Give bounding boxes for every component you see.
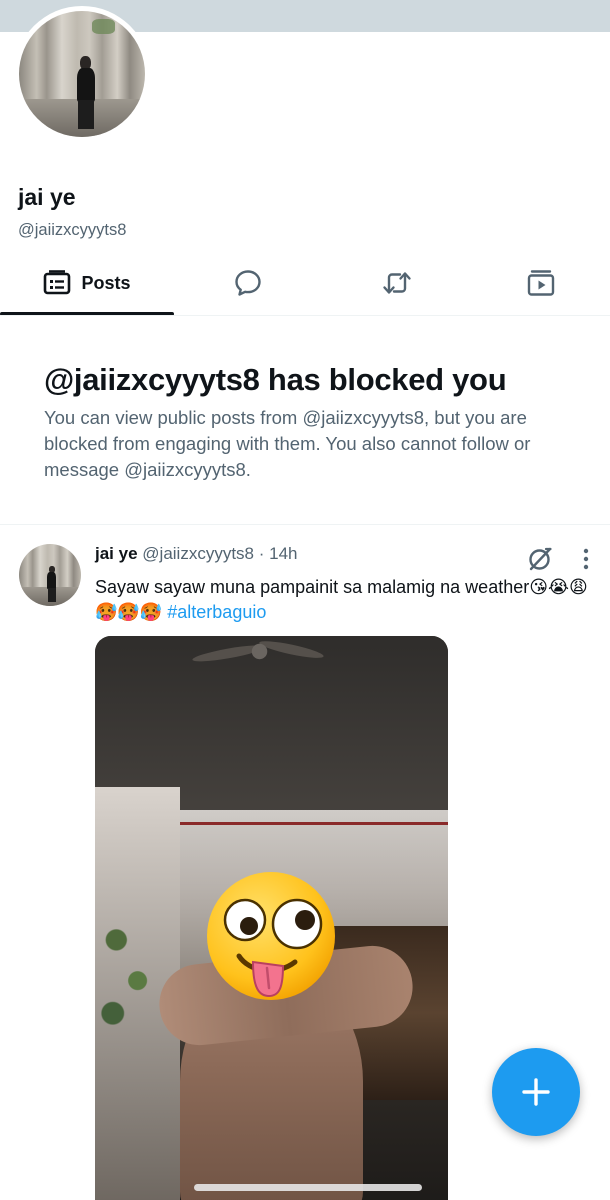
reply-icon — [235, 270, 261, 296]
tab-replies[interactable] — [174, 252, 322, 314]
post-author-avatar[interactable] — [19, 544, 81, 606]
post-hashtag[interactable]: #alterbaguio — [167, 602, 266, 622]
plus-icon — [522, 1078, 550, 1106]
posts-icon — [44, 270, 71, 295]
post-video[interactable] — [95, 636, 448, 1200]
post-meta-separator: · — [254, 544, 270, 563]
grok-icon[interactable] — [527, 546, 553, 572]
tab-media[interactable] — [472, 252, 610, 314]
post-author-handle[interactable]: @jaiizxcyyyts8 — [142, 544, 254, 563]
home-indicator-bar[interactable] — [194, 1184, 422, 1191]
post-header: jai ye @jaiizxcyyyts8 · 14h — [95, 544, 298, 564]
compose-post-button[interactable] — [492, 1048, 580, 1136]
post-author-name[interactable]: jai ye — [95, 544, 138, 563]
profile-display-name: jai ye — [18, 184, 76, 210]
profile-tabs: Posts — [0, 252, 610, 316]
blocked-notice-description: You can view public posts from @jaiizxcy… — [44, 407, 531, 480]
blocked-notice-title: @jaiizxcyyyts8 has blocked you — [44, 362, 507, 397]
zany-face-emoji-icon — [207, 872, 335, 1000]
media-icon — [527, 270, 555, 296]
profile-handle: @jaiizxcyyyts8 — [18, 221, 127, 239]
tab-posts-label: Posts — [81, 272, 131, 293]
repost-icon — [383, 272, 411, 294]
post-divider — [0, 524, 610, 525]
profile-avatar[interactable] — [14, 6, 150, 142]
more-options-icon[interactable] — [578, 547, 594, 571]
tab-posts[interactable]: Posts — [0, 252, 174, 314]
tab-reposts[interactable] — [322, 252, 472, 314]
ceiling-fan-shape — [192, 641, 324, 662]
post-text: Sayaw sayaw muna pampainit sa malamig na… — [95, 575, 595, 625]
tabs-divider — [0, 315, 610, 316]
post-timestamp[interactable]: 14h — [269, 544, 297, 563]
